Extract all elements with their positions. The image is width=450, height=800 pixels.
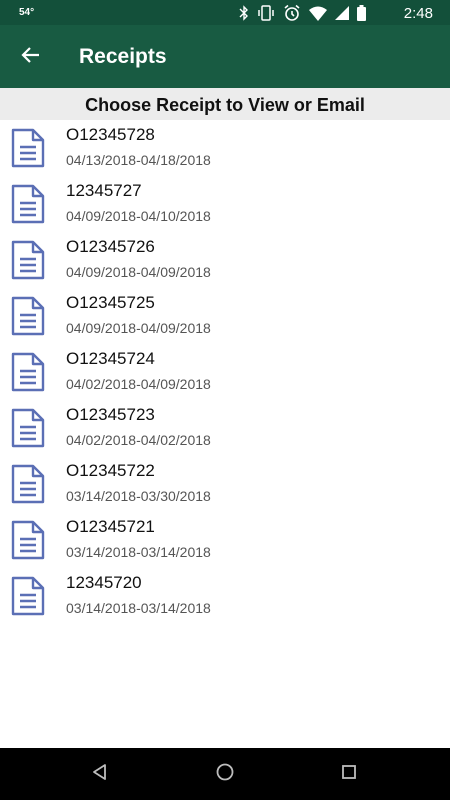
receipt-item[interactable]: O12345724 04/02/2018-04/09/2018	[0, 344, 450, 400]
document-icon	[10, 520, 46, 560]
receipt-dates: 04/02/2018-04/02/2018	[66, 432, 211, 448]
page-title: Receipts	[79, 45, 167, 68]
vibrate-icon	[257, 5, 275, 21]
document-icon	[10, 352, 46, 392]
back-button[interactable]	[14, 40, 48, 74]
receipt-number: O12345723	[66, 405, 155, 424]
status-bar: 54° 2:48	[0, 0, 450, 25]
document-icon	[10, 240, 46, 280]
document-icon	[10, 128, 46, 168]
receipt-item[interactable]: O12345725 04/09/2018-04/09/2018	[0, 288, 450, 344]
receipt-number: O12345724	[66, 349, 155, 368]
receipt-number: O12345728	[66, 125, 155, 144]
wifi-icon	[309, 6, 327, 21]
receipt-item[interactable]: O12345723 04/02/2018-04/02/2018	[0, 400, 450, 456]
nav-recents-icon	[341, 764, 357, 785]
nav-home-button[interactable]	[213, 762, 237, 786]
battery-icon	[357, 5, 366, 21]
receipt-dates: 04/02/2018-04/09/2018	[66, 376, 211, 392]
app-bar: Receipts	[0, 25, 450, 88]
receipt-number: O12345726	[66, 237, 155, 256]
receipt-number: O12345725	[66, 293, 155, 312]
receipt-item[interactable]: O12345722 03/14/2018-03/30/2018	[0, 456, 450, 512]
receipt-dates: 03/14/2018-03/14/2018	[66, 544, 211, 560]
receipt-dates: 04/09/2018-04/10/2018	[66, 208, 211, 224]
receipt-dates: 04/09/2018-04/09/2018	[66, 320, 211, 336]
bluetooth-icon	[239, 5, 249, 21]
status-time: 2:48	[403, 5, 433, 22]
receipt-number: 12345727	[66, 181, 142, 200]
receipt-item[interactable]: O12345726 04/09/2018-04/09/2018	[0, 232, 450, 288]
document-icon	[10, 464, 46, 504]
receipt-number: O12345722	[66, 461, 155, 480]
receipt-number: 12345720	[66, 573, 142, 592]
receipt-number: O12345721	[66, 517, 155, 536]
receipt-list: O12345728 04/13/2018-04/18/2018 12345727…	[0, 120, 450, 624]
receipt-dates: 04/13/2018-04/18/2018	[66, 152, 211, 168]
receipt-item[interactable]: 12345727 04/09/2018-04/10/2018	[0, 176, 450, 232]
nav-back-icon	[91, 763, 109, 786]
receipt-dates: 03/14/2018-03/30/2018	[66, 488, 211, 504]
alarm-icon	[283, 4, 301, 22]
signal-icon	[335, 6, 349, 20]
receipt-item[interactable]: O12345721 03/14/2018-03/14/2018	[0, 512, 450, 568]
list-subheader: Choose Receipt to View or Email	[0, 88, 450, 120]
system-nav-bar	[0, 748, 450, 800]
document-icon	[10, 576, 46, 616]
document-icon	[10, 296, 46, 336]
nav-back-button[interactable]	[88, 762, 112, 786]
receipt-dates: 04/09/2018-04/09/2018	[66, 264, 211, 280]
document-icon	[10, 408, 46, 448]
receipt-item[interactable]: 12345720 03/14/2018-03/14/2018	[0, 568, 450, 624]
receipt-dates: 03/14/2018-03/14/2018	[66, 600, 211, 616]
receipt-item[interactable]: O12345728 04/13/2018-04/18/2018	[0, 120, 450, 176]
status-icons	[239, 4, 366, 22]
status-temperature: 54°	[19, 7, 35, 18]
document-icon	[10, 184, 46, 224]
arrow-back-icon	[21, 45, 41, 70]
nav-home-icon	[215, 762, 235, 787]
nav-recents-button[interactable]	[337, 762, 361, 786]
